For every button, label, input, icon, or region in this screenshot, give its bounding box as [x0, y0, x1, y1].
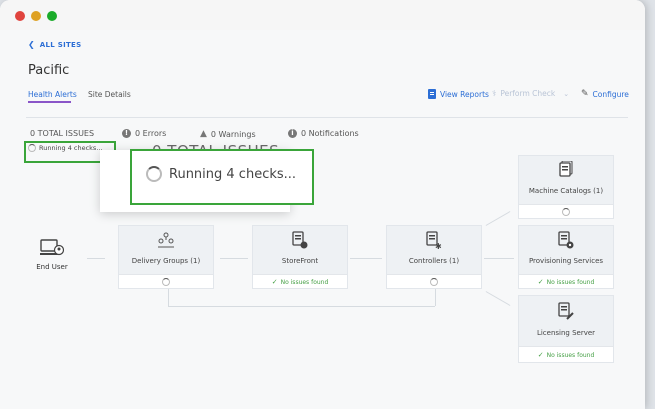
tab-health-alerts[interactable]: Health Alerts — [28, 90, 77, 99]
provisioning-services-card[interactable]: Provisioning Services ✓ No issues found — [518, 225, 614, 289]
loading-spinner-icon — [146, 166, 162, 182]
title-bar — [0, 0, 645, 31]
check-circle-icon: ✓ — [271, 278, 278, 286]
perform-check-label: Perform Check — [500, 89, 556, 98]
report-icon — [428, 89, 436, 99]
configure-button[interactable]: ✎ Configure — [581, 89, 629, 99]
storefront-status-label: No issues found — [280, 278, 329, 286]
close-window-dot[interactable] — [15, 11, 25, 21]
provisioning-services-status: ✓ No issues found — [519, 275, 613, 289]
all-sites-link[interactable]: ❮ ALL SITES — [28, 40, 82, 49]
header-divider — [26, 117, 628, 118]
server-controller-icon: ✱ — [426, 231, 442, 249]
tab-site-details[interactable]: Site Details — [88, 90, 131, 99]
controllers-card[interactable]: ✱ Controllers (1) — [386, 225, 482, 289]
connector-line — [220, 258, 248, 259]
error-icon: ! — [122, 129, 131, 138]
machine-catalogs-card[interactable]: Machine Catalogs (1) — [518, 155, 614, 219]
warning-icon: ▲ — [200, 129, 207, 139]
connector-line — [87, 258, 105, 259]
chevron-left-icon: ❮ — [28, 40, 36, 49]
loading-spinner-icon — [562, 208, 570, 216]
end-user-label: End User — [36, 263, 68, 271]
errors-label: 0 Errors — [135, 129, 167, 138]
info-icon: i — [288, 129, 297, 138]
connector-line — [485, 211, 511, 226]
delivery-groups-card[interactable]: Delivery Groups (1) — [118, 225, 214, 289]
connector-line — [350, 258, 382, 259]
end-user-icon — [40, 239, 64, 256]
licensing-server-label: Licensing Server — [536, 329, 596, 337]
configure-label: Configure — [592, 89, 629, 99]
perform-check-button[interactable]: ⚕ Perform Check ⌄ — [492, 89, 569, 98]
server-provisioning-icon — [558, 231, 574, 249]
connector-line — [168, 306, 435, 307]
loading-spinner-icon — [430, 278, 438, 286]
storefront-card[interactable]: StoreFront ✓ No issues found — [252, 225, 348, 289]
catalog-stack-icon — [559, 161, 573, 177]
minimize-window-dot[interactable] — [31, 11, 41, 21]
check-circle-icon: ✓ — [537, 351, 544, 359]
errors-count[interactable]: ! 0 Errors — [122, 129, 166, 138]
storefront-status: ✓ No issues found — [253, 275, 347, 289]
provisioning-services-label: Provisioning Services — [528, 257, 604, 265]
provisioning-services-status-label: No issues found — [546, 278, 595, 286]
loading-spinner-icon — [28, 144, 36, 152]
svg-text:✱: ✱ — [435, 242, 442, 249]
machine-catalogs-label: Machine Catalogs (1) — [528, 187, 604, 195]
stethoscope-icon: ⚕ — [492, 89, 497, 98]
connector-line — [168, 288, 169, 306]
machine-catalogs-status — [519, 205, 613, 219]
users-group-icon — [158, 232, 174, 248]
notifications-label: 0 Notifications — [301, 129, 359, 138]
all-sites-label: ALL SITES — [39, 41, 82, 49]
connector-line — [484, 258, 514, 259]
warnings-count[interactable]: ▲ 0 Warnings — [200, 129, 256, 139]
main-content: ❮ ALL SITES Pacific Health Alerts Site D… — [0, 30, 645, 409]
page-title: Pacific — [28, 63, 70, 78]
check-circle-icon: ✓ — [537, 278, 544, 286]
maximize-window-dot[interactable] — [47, 11, 57, 21]
running-checks-status: Running 4 checks... — [28, 144, 103, 152]
licensing-server-card[interactable]: Licensing Server ✓ No issues found — [518, 295, 614, 363]
view-reports-button[interactable]: View Reports — [428, 89, 489, 99]
zoom-running-label: Running 4 checks... — [169, 166, 297, 182]
controllers-label: Controllers (1) — [408, 257, 460, 265]
zoom-running-highlight: Running 4 checks... — [130, 149, 314, 205]
total-issues-count: 0 TOTAL ISSUES — [30, 129, 95, 138]
connector-line — [435, 288, 436, 306]
delivery-groups-label: Delivery Groups (1) — [131, 257, 201, 265]
licensing-server-status-label: No issues found — [546, 351, 595, 359]
delivery-groups-status — [119, 275, 213, 289]
loading-spinner-icon — [162, 278, 170, 286]
server-licensing-icon — [558, 302, 574, 320]
running-checks-label: Running 4 checks... — [39, 144, 103, 152]
licensing-server-status: ✓ No issues found — [519, 347, 613, 363]
end-user-node[interactable]: End User — [34, 239, 70, 289]
chevron-down-icon: ⌄ — [563, 89, 570, 98]
connector-line — [485, 291, 511, 306]
app-window: ❮ ALL SITES Pacific Health Alerts Site D… — [0, 0, 645, 409]
storefront-label: StoreFront — [281, 257, 319, 265]
pencil-icon: ✎ — [581, 89, 589, 99]
view-reports-label: View Reports — [440, 89, 489, 99]
zoom-running-status: Running 4 checks... — [146, 166, 296, 182]
controllers-status — [387, 275, 481, 289]
warnings-label: 0 Warnings — [210, 129, 256, 139]
notifications-count[interactable]: i 0 Notifications — [288, 129, 359, 138]
server-storefront-icon — [292, 231, 308, 249]
active-tab-indicator — [28, 101, 71, 103]
